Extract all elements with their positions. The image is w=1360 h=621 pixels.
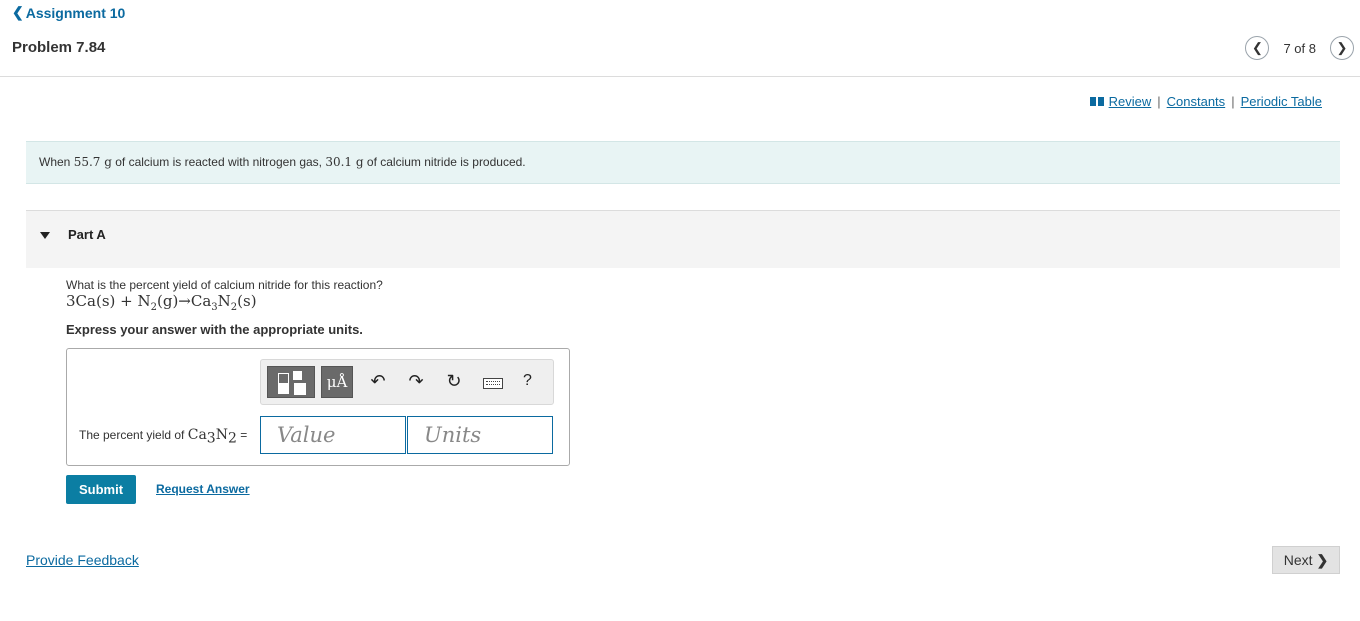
intro-text: of calcium is reacted with nitrogen gas, bbox=[111, 155, 326, 169]
mass-calcium: 55.7 g bbox=[73, 155, 112, 169]
chevron-right-icon: ❯ bbox=[1316, 551, 1329, 568]
resource-links: Review | Constants | Periodic Table bbox=[1089, 94, 1322, 109]
label-text: = bbox=[236, 428, 248, 442]
undo-icon[interactable]: ↶ bbox=[367, 371, 389, 392]
formula-part: N bbox=[215, 427, 228, 443]
answer-label: The percent yield of Ca3N2 = bbox=[79, 427, 247, 446]
part-label: Part A bbox=[68, 227, 106, 242]
next-label: Next bbox=[1283, 552, 1313, 568]
back-to-assignment-link[interactable]: ❮ Assignment 10 bbox=[12, 4, 125, 21]
back-label: Assignment 10 bbox=[25, 4, 126, 21]
separator: | bbox=[1157, 94, 1161, 109]
reset-icon[interactable]: ↻ bbox=[443, 371, 465, 392]
answer-box: μÅ ↶ ↷ ↻ ? The percent yield of Ca3N2 = bbox=[66, 348, 570, 466]
answer-instruction: Express your answer with the appropriate… bbox=[66, 322, 363, 337]
math-toolbar: μÅ ↶ ↷ ↻ ? bbox=[260, 359, 554, 405]
next-problem-button[interactable]: ❯ bbox=[1330, 36, 1354, 60]
request-answer-link[interactable]: Request Answer bbox=[156, 482, 250, 496]
periodic-table-link[interactable]: Periodic Table bbox=[1241, 94, 1322, 109]
submit-button[interactable]: Submit bbox=[66, 475, 136, 504]
help-button[interactable]: ? bbox=[523, 372, 532, 390]
equation-part: N bbox=[217, 292, 231, 310]
problem-intro: When 55.7 g of calcium is reacted with n… bbox=[26, 141, 1340, 184]
units-button[interactable]: μÅ bbox=[321, 366, 353, 398]
chevron-left-icon: ❮ bbox=[12, 4, 24, 20]
subscript: 3 bbox=[206, 430, 216, 447]
mass-nitride: 30.1 g bbox=[325, 155, 364, 169]
provide-feedback-link[interactable]: Provide Feedback bbox=[26, 552, 139, 568]
book-icon bbox=[1089, 97, 1104, 106]
separator: | bbox=[1231, 94, 1235, 109]
prev-problem-button[interactable]: ❮ bbox=[1245, 36, 1270, 60]
equation-part: (g)→Ca bbox=[156, 292, 212, 310]
chevron-left-icon: ❮ bbox=[1252, 40, 1263, 55]
equation-part: (s) bbox=[237, 292, 257, 310]
problem-pager: ❮ 7 of 8 ❯ bbox=[1245, 36, 1354, 60]
formula-part: Ca bbox=[187, 427, 207, 443]
redo-icon[interactable]: ↷ bbox=[405, 371, 427, 392]
equation-part: 3Ca(s) + N bbox=[66, 292, 151, 310]
template-button[interactable] bbox=[267, 366, 315, 398]
label-text: The percent yield of bbox=[79, 428, 188, 442]
intro-text: When bbox=[39, 155, 74, 169]
units-input[interactable] bbox=[407, 416, 553, 454]
value-input[interactable] bbox=[260, 416, 406, 454]
next-button[interactable]: Next ❯ bbox=[1272, 546, 1340, 574]
keyboard-icon[interactable] bbox=[483, 378, 503, 389]
intro-text: of calcium nitride is produced. bbox=[363, 155, 526, 169]
review-link[interactable]: Review bbox=[1109, 94, 1152, 109]
part-a-header[interactable]: Part A bbox=[26, 211, 1340, 268]
reaction-equation: 3Ca(s) + N2(g)→Ca3N2(s) bbox=[66, 292, 257, 313]
constants-link[interactable]: Constants bbox=[1167, 94, 1226, 109]
question-text: What is the percent yield of calcium nit… bbox=[66, 278, 383, 292]
triangle-down-icon bbox=[40, 232, 50, 239]
subscript: 2 bbox=[227, 430, 237, 447]
chevron-right-icon: ❯ bbox=[1336, 40, 1348, 55]
header-divider bbox=[0, 76, 1360, 77]
problem-count: 7 of 8 bbox=[1283, 40, 1316, 56]
page-title: Problem 7.84 bbox=[12, 39, 106, 56]
